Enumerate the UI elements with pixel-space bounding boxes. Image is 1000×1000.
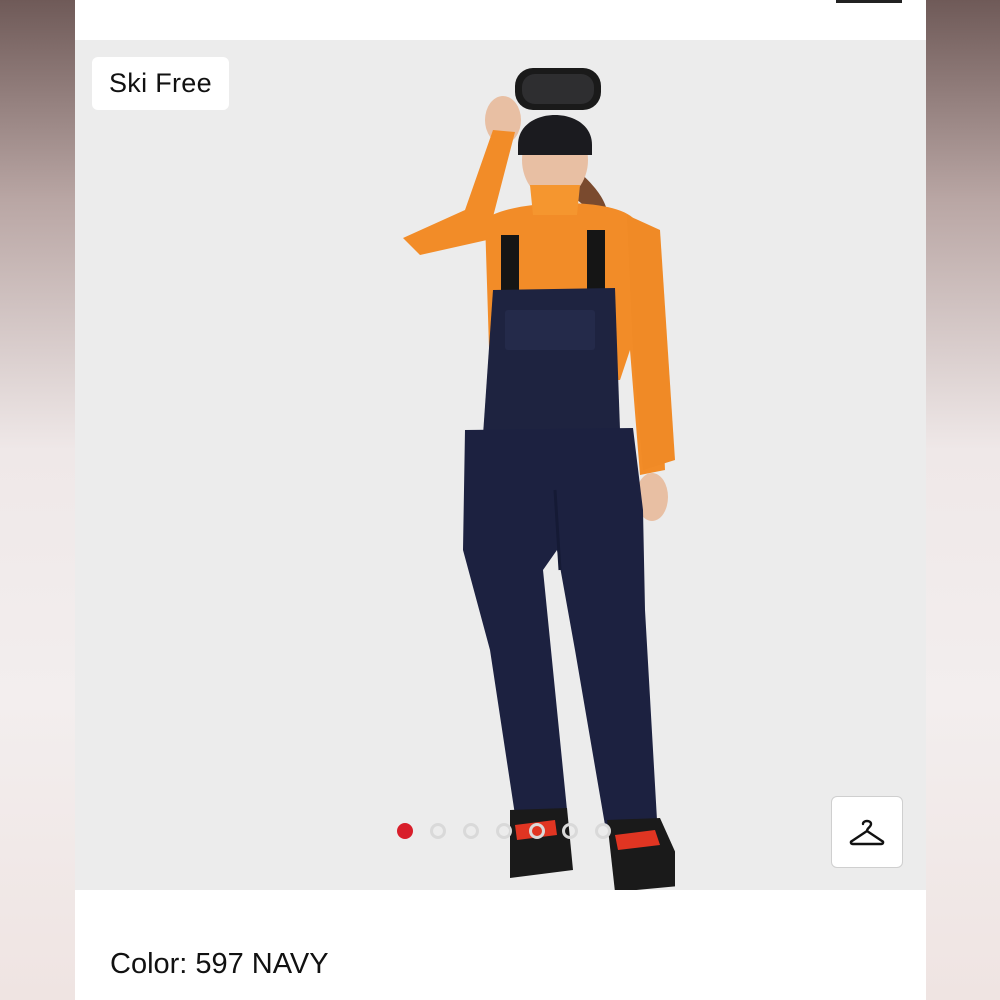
product-badge: Ski Free — [92, 57, 229, 110]
product-image-gallery[interactable]: Ski Free — [75, 40, 926, 890]
carousel-dot[interactable] — [396, 823, 413, 839]
carousel-dot[interactable] — [462, 823, 479, 839]
carousel-dot[interactable] — [429, 823, 446, 839]
product-page: Ski Free Color: 597 NAVY — [75, 0, 926, 1000]
carousel-dots — [75, 823, 926, 839]
top-bar — [75, 0, 926, 40]
carousel-dot[interactable] — [495, 823, 512, 839]
hanger-icon — [849, 819, 885, 846]
carousel-dot[interactable] — [594, 823, 611, 839]
color-value: 597 NAVY — [195, 948, 329, 980]
size-guide-button[interactable] — [831, 796, 903, 868]
blurred-backdrop-left — [0, 0, 75, 1000]
color-selection: Color: 597 NAVY — [110, 948, 329, 981]
top-indicator — [836, 0, 902, 3]
color-label: Color: — [110, 948, 188, 980]
product-photo — [403, 68, 675, 890]
carousel-dot[interactable] — [561, 823, 578, 839]
blurred-backdrop-right — [926, 0, 1000, 1000]
carousel-dot[interactable] — [528, 823, 545, 839]
